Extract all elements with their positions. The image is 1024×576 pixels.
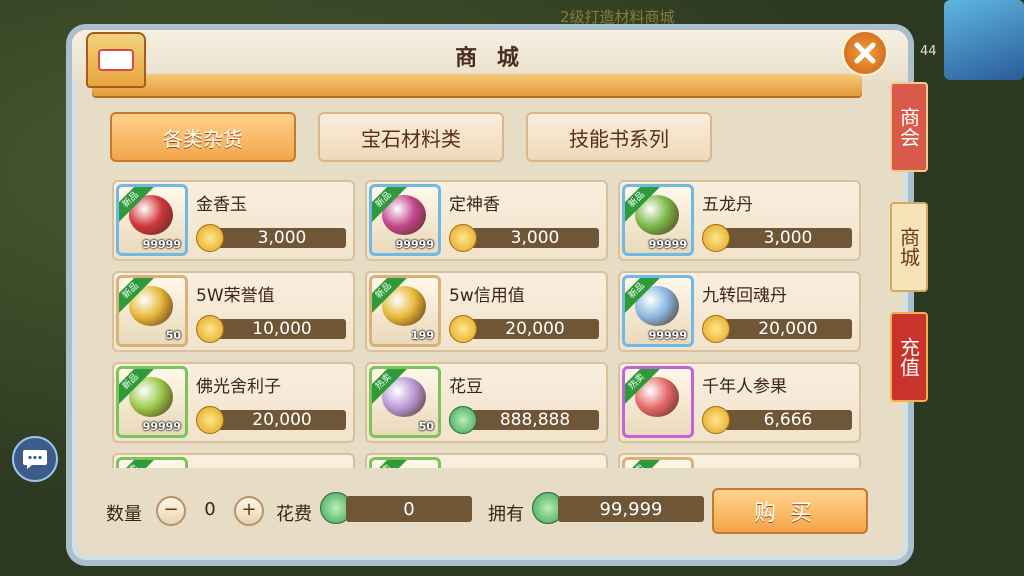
item-name: 金香玉 [196,195,247,215]
shop-item-cell[interactable]: 新品 99999 佛光舍利子 20,000 [112,362,355,443]
item-price: 10,000 [218,319,346,339]
category-tabs: 各类杂货 宝石材料类 技能书系列 [110,112,712,162]
gold-coin-icon [702,315,730,343]
shop-item-cell[interactable]: 新品 50 5W荣誉值 10,000 [112,271,355,352]
owned-value: 99,999 [558,496,704,522]
cost-value: 0 [346,496,472,522]
cost-label: 花费 [276,504,312,525]
item-icon-frame: 新品 99999 [369,184,441,256]
close-button[interactable] [842,30,888,76]
item-icon-frame: 新品 199 [369,275,441,347]
item-name: 五龙丹 [702,195,753,215]
gold-coin-icon [449,224,477,252]
item-name: 珍珠 [196,463,230,468]
quantity-plus-button[interactable]: + [234,496,264,526]
shop-panel: 商 城 各类杂货 宝石材料类 技能书系列 新品 99999 金香玉 3,000 新品 99… [72,30,908,560]
item-stock: 99999 [648,329,687,342]
shop-item-cell[interactable]: 热卖 50 花豆 888,888 [365,362,608,443]
buy-button[interactable]: 购买 [712,488,868,534]
background-banner-text: 2级打造材料商城 [560,8,675,26]
shop-item-cell[interactable]: 热卖 珍珠 [112,453,355,468]
item-icon-frame: 热卖 [116,457,188,468]
shop-item-cell[interactable]: 热卖 五彩洗练石 [618,453,861,468]
item-price: 3,000 [218,228,346,248]
side-tab-recharge[interactable]: 充值 [890,312,928,402]
shop-item-cell[interactable]: 新品 99999 九转回魂丹 20,000 [618,271,861,352]
gold-coin-icon [702,224,730,252]
title-bar: 商 城 [72,30,908,80]
shop-item-cell[interactable]: 新品 99999 定神香 3,000 [365,180,608,261]
item-name: 定神香 [449,195,500,215]
item-icon-frame: 新品 50 [116,275,188,347]
item-tag-badge: 热卖 [372,460,408,468]
item-name: 花豆 [449,377,483,397]
gold-coin-icon [196,406,224,434]
item-stock: 99999 [142,238,181,251]
item-price: 6,666 [724,410,852,430]
item-tag-badge: 热卖 [625,460,661,468]
item-name: 五彩洗练石 [702,463,787,468]
item-icon-frame: 新品 99999 [116,366,188,438]
item-name: 5W荣誉值 [196,286,275,306]
item-icon-frame: 热卖 [369,457,441,468]
item-name: 佛光舍利子 [196,377,281,397]
item-price: 888,888 [471,410,599,430]
side-tab-guild-shop[interactable]: 商会 [890,82,928,172]
item-grid: 新品 99999 金香玉 3,000 新品 99999 定神香 3,000 新品 99999 五龙丹… [112,180,864,468]
item-icon-frame: 新品 99999 [116,184,188,256]
item-name: 千年人参果 [702,377,787,397]
side-tab-mall[interactable]: 商城 [890,202,928,292]
quantity-minus-button[interactable]: − [156,496,186,526]
item-stock: 50 [418,420,434,433]
gold-coin-icon [702,406,730,434]
tab-general-goods[interactable]: 各类杂货 [110,112,296,162]
player-level: 44 [920,44,937,59]
jade-coin-icon [449,406,477,434]
shop-item-cell[interactable]: 新品 199 5w信用值 20,000 [365,271,608,352]
quantity-label: 数量 [106,504,142,525]
owned-label: 拥有 [488,504,524,525]
item-price: 3,000 [724,228,852,248]
item-price: 3,000 [471,228,599,248]
shop-emblem-icon [86,32,146,88]
gold-coin-icon [196,224,224,252]
item-name: 九转回魂丹 [702,286,787,306]
player-avatar[interactable] [944,0,1024,80]
tab-skill-books[interactable]: 技能书系列 [526,112,712,162]
tab-gem-materials[interactable]: 宝石材料类 [318,112,504,162]
item-stock: 99999 [648,238,687,251]
title-ribbon [92,74,862,96]
chat-bubble-icon [23,450,47,469]
item-name: 神兽进阶丹 [449,463,534,468]
gold-coin-icon [449,315,477,343]
shop-item-cell[interactable]: 热卖 千年人参果 6,666 [618,362,861,443]
gold-coin-icon [196,315,224,343]
item-stock: 50 [165,329,181,342]
item-name: 5w信用值 [449,286,525,306]
item-price: 20,000 [724,319,852,339]
item-icon-frame: 热卖 [622,366,694,438]
item-icon-frame: 热卖 [622,457,694,468]
shop-item-cell[interactable]: 新品 99999 五龙丹 3,000 [618,180,861,261]
item-stock: 99999 [395,238,434,251]
chat-button[interactable] [12,436,58,482]
item-price: 20,000 [218,410,346,430]
item-stock: 99999 [142,420,181,433]
close-icon [854,42,876,64]
quantity-value[interactable]: 0 [186,496,234,522]
item-stock: 199 [411,329,434,342]
item-icon-frame: 新品 99999 [622,275,694,347]
shop-item-cell[interactable]: 新品 99999 金香玉 3,000 [112,180,355,261]
item-tag-badge: 热卖 [119,460,155,468]
item-price: 20,000 [471,319,599,339]
shop-item-cell[interactable]: 热卖 神兽进阶丹 [365,453,608,468]
purchase-bar: 数量 − 0 + 花费 0 拥有 99,999 购买 [106,488,876,538]
shop-title: 商 城 [455,46,525,71]
item-icon-frame: 新品 99999 [622,184,694,256]
item-icon-frame: 热卖 50 [369,366,441,438]
